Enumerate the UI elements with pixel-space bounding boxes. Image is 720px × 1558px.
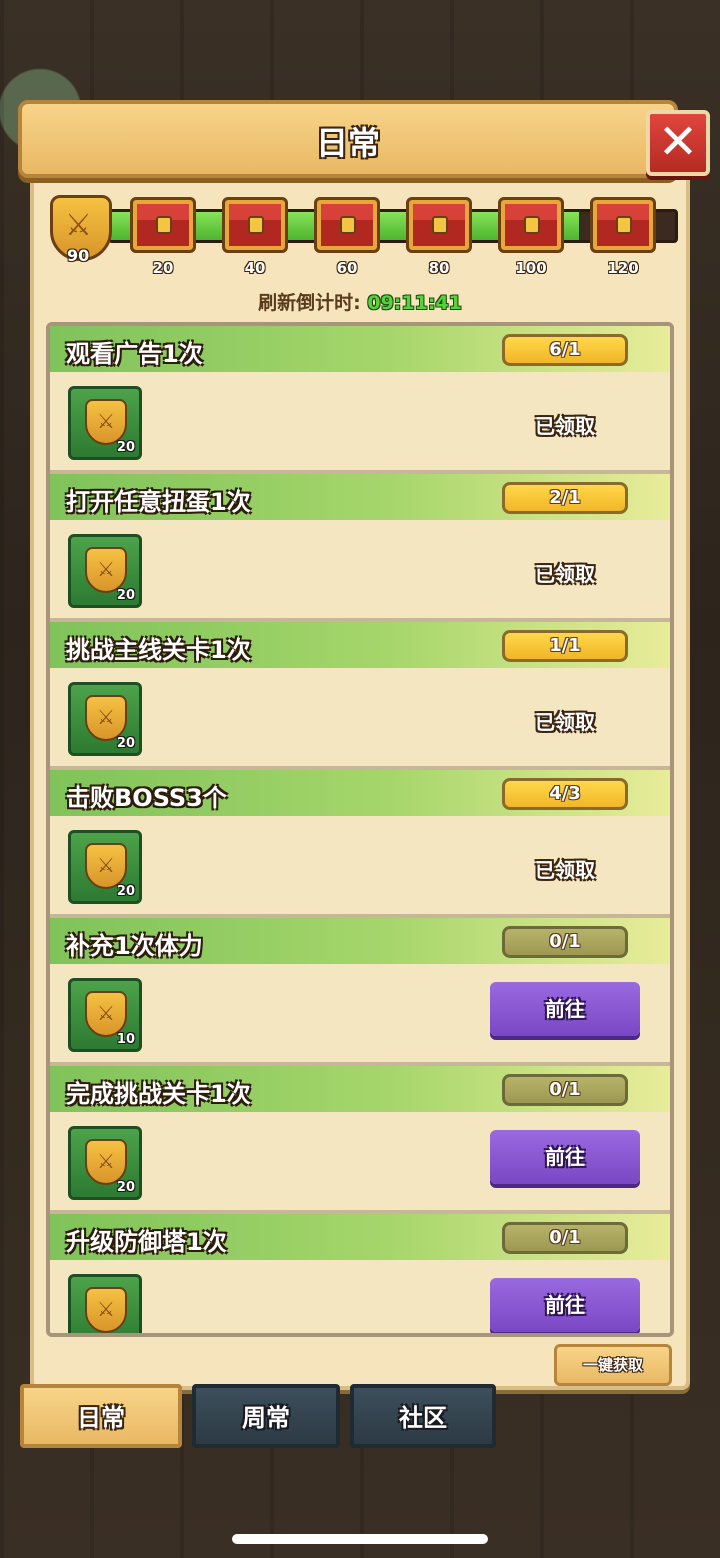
reward-amount: 20 bbox=[116, 736, 135, 751]
task-header: 挑战主线关卡1次 1/1 bbox=[50, 622, 670, 668]
reward-item[interactable]: ⚔ bbox=[68, 1274, 142, 1333]
shield-icon: ⚔ bbox=[85, 1139, 127, 1185]
task-title: 打开任意扭蛋1次 bbox=[66, 488, 251, 516]
task-header: 击败BOSS3个 4/3 bbox=[50, 770, 670, 816]
task-header: 升级防御塔1次 0/1 bbox=[50, 1214, 670, 1260]
task-title: 挑战主线关卡1次 bbox=[66, 636, 251, 664]
claimed-status: 已领取 bbox=[535, 414, 595, 438]
tab-daily[interactable]: 日常 bbox=[20, 1384, 182, 1448]
chest-lock-icon bbox=[432, 216, 448, 234]
go-button[interactable]: 前往 bbox=[490, 1278, 640, 1332]
go-button[interactable]: 前往 bbox=[490, 1130, 640, 1184]
milestone-chest-120[interactable] bbox=[590, 197, 656, 253]
task-list[interactable]: 观看广告1次 6/1 ⚔ 20 已领取 打开任意扭蛋1次 2/1 ⚔ 20 已领… bbox=[46, 322, 674, 1337]
shield-icon: ⚔ bbox=[85, 695, 127, 741]
claimed-status: 已领取 bbox=[535, 710, 595, 734]
reward-item[interactable]: ⚔ 10 bbox=[68, 978, 142, 1052]
milestone-chest-20[interactable] bbox=[130, 197, 196, 253]
milestone-chest-40[interactable] bbox=[222, 197, 288, 253]
reward-item[interactable]: ⚔ 20 bbox=[68, 534, 142, 608]
go-button[interactable]: 前往 bbox=[490, 982, 640, 1036]
task-title: 补充1次体力 bbox=[66, 932, 203, 960]
task-header: 观看广告1次 6/1 bbox=[50, 326, 670, 372]
milestone-label: 80 bbox=[428, 259, 450, 277]
chest-lock-icon bbox=[248, 216, 264, 234]
task-row: 完成挑战关卡1次 0/1 ⚔ 20 前往 bbox=[50, 1066, 670, 1214]
task-title: 观看广告1次 bbox=[66, 340, 203, 368]
task-row: 升级防御塔1次 0/1 ⚔ 前往 bbox=[50, 1214, 670, 1333]
reward-amount: 20 bbox=[116, 440, 135, 455]
chest-lock-icon bbox=[156, 216, 172, 234]
activity-points-value: 90 bbox=[67, 246, 90, 265]
claim-all-button[interactable]: 一键获取 bbox=[554, 1344, 672, 1386]
reward-item[interactable]: ⚔ 20 bbox=[68, 830, 142, 904]
shield-icon: ⚔ bbox=[85, 991, 127, 1037]
reward-amount: 10 bbox=[116, 1032, 135, 1047]
milestone-chest-100[interactable] bbox=[498, 197, 564, 253]
task-row: 补充1次体力 0/1 ⚔ 10 前往 bbox=[50, 918, 670, 1066]
reward-amount: 20 bbox=[116, 588, 135, 603]
shield-icon: ⚔ bbox=[85, 843, 127, 889]
task-progress-badge: 0/1 bbox=[502, 1074, 628, 1106]
task-title: 击败BOSS3个 bbox=[66, 784, 227, 812]
shield-icon: ⚔ bbox=[85, 1287, 127, 1333]
claimed-status: 已领取 bbox=[535, 562, 595, 586]
milestone-label: 20 bbox=[152, 259, 174, 277]
task-progress-badge: 2/1 bbox=[502, 482, 628, 514]
chest-lock-icon bbox=[524, 216, 540, 234]
refresh-countdown: 刷新倒计时: 09:11:41 bbox=[0, 288, 720, 315]
refresh-label: 刷新倒计时: bbox=[258, 292, 361, 314]
milestone-label: 120 bbox=[607, 259, 639, 277]
shield-icon: ⚔ bbox=[85, 547, 127, 593]
task-header: 完成挑战关卡1次 0/1 bbox=[50, 1066, 670, 1112]
task-row: 击败BOSS3个 4/3 ⚔ 20 已领取 bbox=[50, 770, 670, 918]
activity-progress: ⚔ 90 20 40 60 80 100 120 bbox=[50, 195, 678, 285]
reward-amount: 20 bbox=[116, 1180, 135, 1195]
home-indicator[interactable] bbox=[232, 1534, 488, 1544]
task-progress-badge: 6/1 bbox=[502, 334, 628, 366]
task-progress-badge: 4/3 bbox=[502, 778, 628, 810]
milestone-label: 100 bbox=[515, 259, 547, 277]
task-header: 补充1次体力 0/1 bbox=[50, 918, 670, 964]
chest-lock-icon bbox=[340, 216, 356, 234]
close-icon: ✕ bbox=[657, 114, 699, 170]
reward-amount: 20 bbox=[116, 884, 135, 899]
tab-community[interactable]: 社区 bbox=[350, 1384, 496, 1448]
activity-points-badge: ⚔ 90 bbox=[50, 195, 112, 265]
page-title: 日常 bbox=[315, 124, 380, 162]
task-title: 完成挑战关卡1次 bbox=[66, 1080, 251, 1108]
milestone-chest-60[interactable] bbox=[314, 197, 380, 253]
task-title: 升级防御塔1次 bbox=[66, 1228, 227, 1256]
milestone-label: 60 bbox=[336, 259, 358, 277]
claimed-status: 已领取 bbox=[535, 858, 595, 882]
refresh-time: 09:11:41 bbox=[367, 292, 462, 314]
reward-item[interactable]: ⚔ 20 bbox=[68, 1126, 142, 1200]
title-banner: 日常 bbox=[18, 100, 678, 178]
task-progress-badge: 0/1 bbox=[502, 926, 628, 958]
crossed-swords-icon: ⚔ bbox=[65, 208, 92, 243]
reward-item[interactable]: ⚔ 20 bbox=[68, 682, 142, 756]
milestone-chest-80[interactable] bbox=[406, 197, 472, 253]
milestone-label: 40 bbox=[244, 259, 266, 277]
task-row: 打开任意扭蛋1次 2/1 ⚔ 20 已领取 bbox=[50, 474, 670, 622]
chest-lock-icon bbox=[616, 216, 632, 234]
task-progress-badge: 1/1 bbox=[502, 630, 628, 662]
task-progress-badge: 0/1 bbox=[502, 1222, 628, 1254]
reward-item[interactable]: ⚔ 20 bbox=[68, 386, 142, 460]
task-row: 挑战主线关卡1次 1/1 ⚔ 20 已领取 bbox=[50, 622, 670, 770]
tab-weekly[interactable]: 周常 bbox=[192, 1384, 340, 1448]
task-header: 打开任意扭蛋1次 2/1 bbox=[50, 474, 670, 520]
task-row: 观看广告1次 6/1 ⚔ 20 已领取 bbox=[50, 326, 670, 474]
close-button[interactable]: ✕ bbox=[646, 110, 710, 176]
shield-icon: ⚔ bbox=[85, 399, 127, 445]
